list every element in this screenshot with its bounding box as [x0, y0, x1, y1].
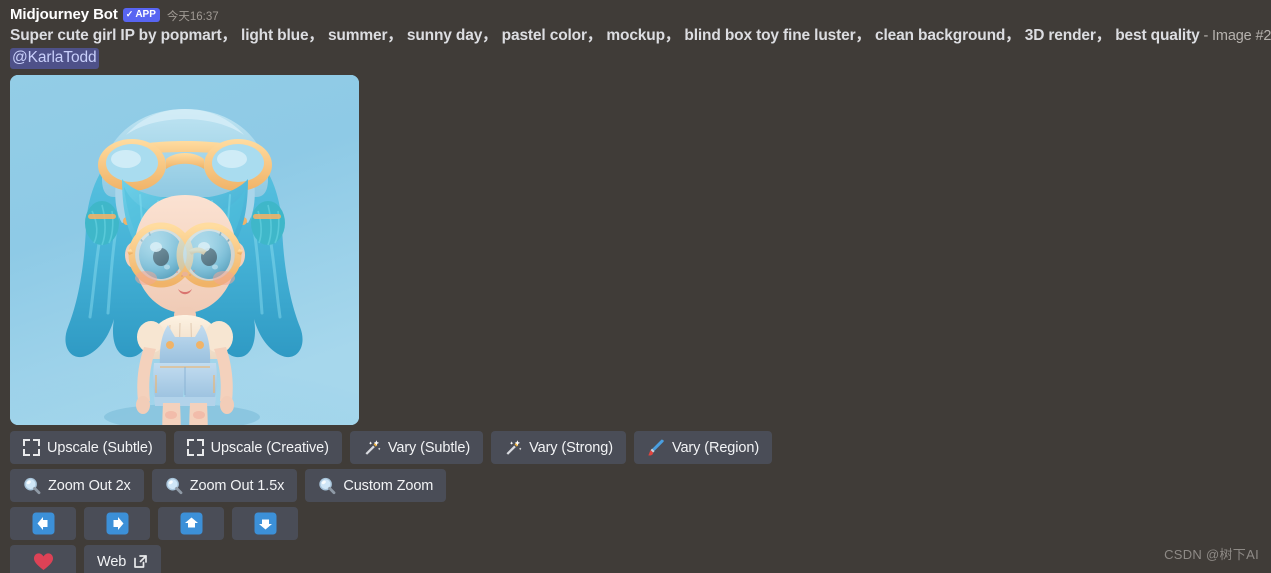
watermark: CSDN @树下AI	[1164, 547, 1259, 562]
generated-image-attachment[interactable]	[10, 75, 359, 425]
paintbrush-icon	[647, 439, 665, 457]
prompt-body: Super cute girl IP by popmart， light blu…	[10, 27, 1200, 44]
zoom-out-2x-button[interactable]: Zoom Out 2x	[10, 469, 144, 502]
vary-strong-button[interactable]: Vary (Strong)	[491, 431, 626, 464]
pan-up-button[interactable]	[158, 507, 224, 540]
button-label: Vary (Strong)	[529, 439, 613, 456]
custom-zoom-button[interactable]: Custom Zoom	[305, 469, 447, 502]
discord-message: Midjourney Bot ✓ APP 今天16:37 Super cute …	[0, 0, 1271, 573]
arrow-down-icon	[254, 512, 277, 535]
button-label: Web	[97, 553, 127, 570]
magnifier-icon	[318, 477, 336, 495]
zoom-out-1-5x-button[interactable]: Zoom Out 1.5x	[151, 469, 298, 502]
mention-row: @KarlaTodd	[10, 48, 1271, 69]
button-label: Zoom Out 1.5x	[189, 477, 285, 494]
button-label: Vary (Region)	[671, 439, 760, 456]
vary-region-button[interactable]: Vary (Region)	[633, 431, 773, 464]
author-name[interactable]: Midjourney Bot	[10, 6, 118, 23]
favorite-button[interactable]	[10, 545, 76, 573]
pan-left-button[interactable]	[10, 507, 76, 540]
vary-subtle-button[interactable]: Vary (Subtle)	[349, 431, 484, 464]
prompt-image-index: - Image #2	[1199, 28, 1271, 44]
verified-check-icon: ✓	[125, 9, 134, 19]
heart-icon	[33, 552, 54, 571]
button-label: Upscale (Creative)	[210, 439, 329, 456]
button-row-pan	[10, 507, 1271, 540]
prompt-text: Super cute girl IP by popmart， light blu…	[10, 26, 1271, 46]
upscale-creative-button[interactable]: Upscale (Creative)	[173, 431, 342, 464]
magic-wand-icon	[363, 439, 381, 457]
button-label: Upscale (Subtle)	[47, 439, 153, 456]
arrow-left-icon	[32, 512, 55, 535]
arrow-up-icon	[180, 512, 203, 535]
web-button[interactable]: Web	[84, 545, 162, 573]
button-row-misc: Web	[10, 545, 1271, 573]
message-header: Midjourney Bot ✓ APP 今天16:37	[10, 4, 1271, 24]
upscale-subtle-button[interactable]: Upscale (Subtle)	[10, 431, 166, 464]
app-badge: ✓ APP	[122, 8, 160, 22]
chibi-girl-illustration	[10, 75, 359, 425]
message-timestamp: 今天16:37	[166, 11, 219, 23]
pan-down-button[interactable]	[232, 507, 298, 540]
arrow-right-icon	[106, 512, 129, 535]
button-row-zoom: Zoom Out 2x Zoom Out 1.5x Custom Zoom	[10, 469, 1271, 502]
button-label: Zoom Out 2x	[48, 477, 131, 494]
pan-right-button[interactable]	[84, 507, 150, 540]
app-badge-label: APP	[135, 9, 156, 20]
button-row-upscale-vary: Upscale (Subtle) Upscale (Creative) Vary…	[10, 431, 1271, 464]
button-label: Custom Zoom	[343, 477, 434, 494]
upscale-icon	[186, 439, 204, 456]
magic-wand-icon	[504, 439, 522, 457]
upscale-icon	[23, 439, 40, 456]
external-link-icon	[133, 554, 148, 569]
magnifier-icon	[165, 477, 183, 495]
action-button-rows: Upscale (Subtle) Upscale (Creative) Vary…	[10, 431, 1271, 573]
button-label: Vary (Subtle)	[387, 439, 471, 456]
magnifier-icon	[23, 477, 41, 495]
user-mention[interactable]: @KarlaTodd	[10, 48, 99, 69]
